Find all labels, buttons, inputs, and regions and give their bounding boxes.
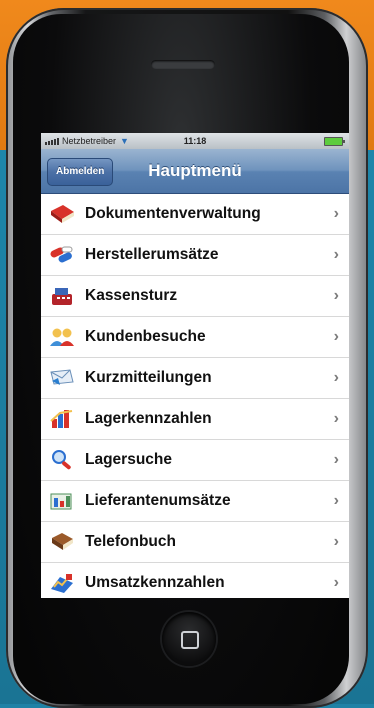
- menu-item-dokumentenverwaltung[interactable]: Dokumentenverwaltung ›: [41, 194, 349, 235]
- menu-item-label: Umsatzkennzahlen: [85, 574, 225, 591]
- page-title: Hauptmenü: [148, 161, 242, 180]
- people-icon: [47, 323, 77, 351]
- home-square-icon: [181, 631, 199, 649]
- menu-item-lagersuche[interactable]: Lagersuche ›: [41, 440, 349, 481]
- chevron-right-icon: ›: [333, 451, 339, 468]
- status-bar: Netzbetreiber ▼ 11:18: [41, 133, 349, 149]
- menu-item-kassensturz[interactable]: Kassensturz ›: [41, 276, 349, 317]
- chevron-right-icon: ›: [333, 574, 339, 591]
- menu-item-lagerkennzahlen[interactable]: Lagerkennzahlen ›: [41, 399, 349, 440]
- battery-icon: [324, 137, 345, 146]
- chart-icon: [47, 405, 77, 433]
- menu-item-label: Kurzmitteilungen: [85, 369, 212, 386]
- menu-item-label: Herstellerumsätze: [85, 246, 219, 263]
- chevron-right-icon: ›: [333, 328, 339, 345]
- menu-item-label: Lagersuche: [85, 451, 173, 468]
- menu-item-label: Telefonbuch: [85, 533, 176, 550]
- pills-icon: [47, 241, 77, 269]
- status-time: 11:18: [183, 136, 207, 146]
- chevron-right-icon: ›: [333, 205, 339, 222]
- menu-item-label: Lieferantenumsätze: [85, 492, 231, 509]
- chevron-right-icon: ›: [333, 246, 339, 263]
- menu-item-kundenbesuche[interactable]: Kundenbesuche ›: [41, 317, 349, 358]
- phone-screen: Netzbetreiber ▼ 11:18 Abmelden Hauptmenü…: [41, 133, 349, 598]
- chevron-right-icon: ›: [333, 369, 339, 386]
- sales-chart-icon: [47, 569, 77, 597]
- menu-item-label: Kassensturz: [85, 287, 178, 304]
- message-icon: [47, 364, 77, 392]
- chevron-right-icon: ›: [333, 492, 339, 509]
- menu-item-lieferantenumsaetze[interactable]: Lieferantenumsätze ›: [41, 481, 349, 522]
- magnifier-icon: [47, 446, 77, 474]
- menu-item-telefonbuch[interactable]: Telefonbuch ›: [41, 522, 349, 563]
- chevron-right-icon: ›: [333, 287, 339, 304]
- navigation-bar: Abmelden Hauptmenü: [41, 149, 349, 194]
- cash-register-icon: [47, 282, 77, 310]
- menu-item-kurzmitteilungen[interactable]: Kurzmitteilungen ›: [41, 358, 349, 399]
- home-button[interactable]: [162, 612, 216, 666]
- main-menu-list: Dokumentenverwaltung › Herstellerumsätze…: [41, 194, 349, 598]
- phonebook-icon: [47, 528, 77, 556]
- menu-item-label: Lagerkennzahlen: [85, 410, 212, 427]
- chevron-right-icon: ›: [333, 533, 339, 550]
- supplier-icon: [47, 487, 77, 515]
- menu-item-label: Kundenbesuche: [85, 328, 206, 345]
- chevron-right-icon: ›: [333, 410, 339, 427]
- speaker-grille: [151, 60, 215, 69]
- menu-item-label: Dokumentenverwaltung: [85, 205, 261, 222]
- menu-item-umsatzkennzahlen[interactable]: Umsatzkennzahlen ›: [41, 563, 349, 598]
- menu-item-herstellerumsaetze[interactable]: Herstellerumsätze ›: [41, 235, 349, 276]
- book-icon: [47, 200, 77, 228]
- logout-button[interactable]: Abmelden: [47, 158, 114, 186]
